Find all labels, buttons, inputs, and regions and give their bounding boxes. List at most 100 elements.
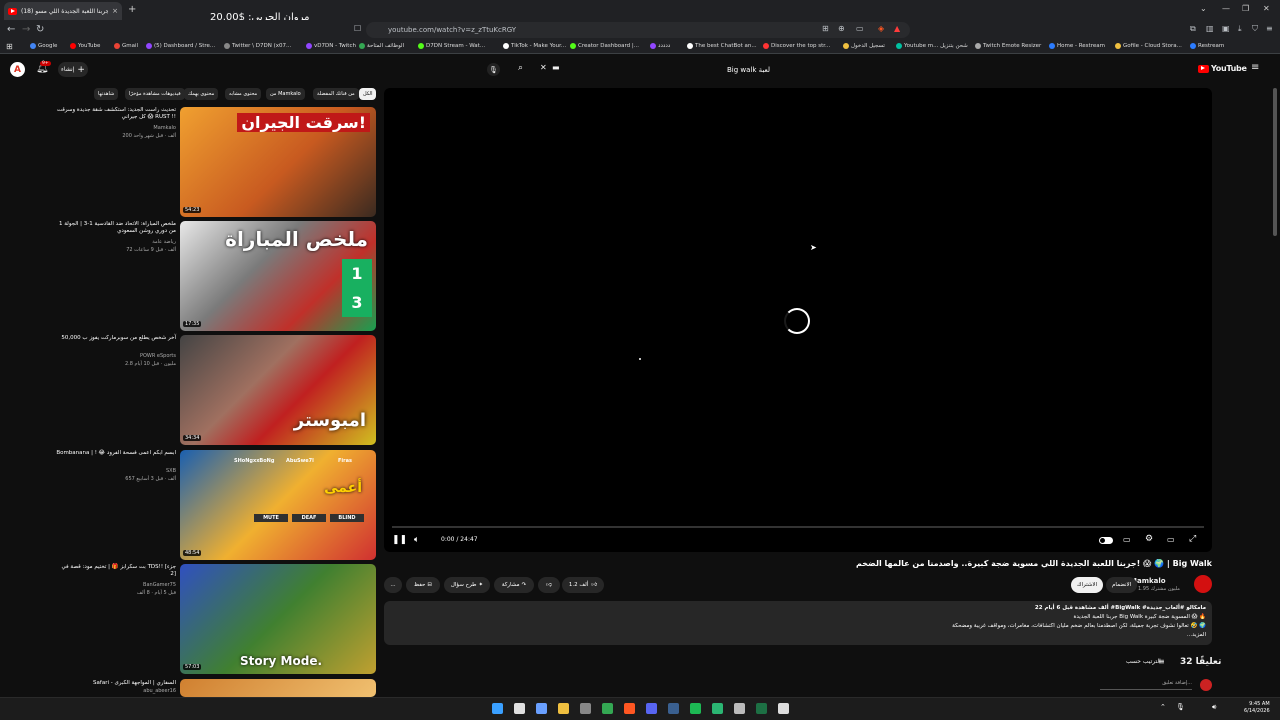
subtitles-icon[interactable]: ▭ <box>1123 535 1131 544</box>
recommendation-title[interactable]: ملخص المباراة: الاتحاد ضد القادسية 1-3 |… <box>55 221 176 235</box>
download-icon[interactable]: ⤓ <box>1238 24 1242 34</box>
copilot-icon[interactable] <box>536 703 547 714</box>
chip-recently-watched[interactable]: فيديوهات مشاهدة مؤخرًا <box>125 88 185 100</box>
chip-from-mamkalo[interactable]: من Mamkalo <box>266 88 305 100</box>
chrome-icon[interactable] <box>602 703 613 714</box>
bookmark-item[interactable]: (5) Dashboard / Stre... <box>146 43 215 49</box>
cast-icon[interactable]: ▭ <box>856 24 864 33</box>
volume-tray-icon[interactable]: 🔊︎ <box>1212 703 1216 712</box>
bookmark-item[interactable]: ددددد <box>650 43 670 49</box>
theater-mode-icon[interactable]: ▭ <box>1167 535 1175 544</box>
join-button[interactable]: الانضمام <box>1106 577 1138 593</box>
bookmark-item[interactable]: Restream <box>1190 43 1224 49</box>
translate-icon[interactable]: ⊞ <box>822 24 829 33</box>
forward-arrow-icon[interactable]: → <box>22 24 30 35</box>
chip-favorite-channel[interactable]: من قناتك المفضلة <box>313 88 359 100</box>
chip-all[interactable]: الكل <box>359 88 377 100</box>
search-icon[interactable] <box>514 703 525 714</box>
file-explorer-icon[interactable] <box>558 703 569 714</box>
apps-grid-icon[interactable]: ⊞ <box>6 42 13 51</box>
fullscreen-icon[interactable]: ⤢ <box>1189 534 1196 544</box>
discord-icon[interactable] <box>646 703 657 714</box>
windows-start-icon[interactable] <box>492 703 503 714</box>
recommendation-channel[interactable]: رياضة عامة <box>55 239 176 245</box>
bookmark-item[interactable]: Google <box>30 43 57 49</box>
recommendation-title[interactable]: بت سكرابز 🎁 | تختيم مود: قصة في TDS!! [ج… <box>55 564 176 578</box>
subscribe-button[interactable]: الاشتراك <box>1071 577 1104 593</box>
bookmark-item[interactable]: Twitter \ D7DN (x07... <box>224 43 291 49</box>
more-actions-button[interactable]: ... <box>384 577 402 593</box>
bookmark-item[interactable]: Discover the top str... <box>763 43 830 49</box>
steam-icon[interactable] <box>668 703 679 714</box>
maximize-icon[interactable]: ❐ <box>1242 4 1249 13</box>
recommendation-channel[interactable]: abu_abeer16 <box>55 688 176 694</box>
bookmark-item[interactable]: الوظائف المتاحة <box>359 43 404 49</box>
chip-watched[interactable]: شاهدتها <box>94 88 119 100</box>
menu-icon[interactable]: ≡ <box>1266 24 1273 33</box>
close-window-icon[interactable]: ✕ <box>1263 4 1270 13</box>
chip-similar[interactable]: محتوى مشابه <box>225 88 262 100</box>
vpn-icon[interactable]: ⛉ <box>1252 24 1258 34</box>
new-tab-button[interactable]: + <box>128 4 136 15</box>
page-scrollbar[interactable] <box>1273 88 1277 236</box>
chevron-down-icon[interactable]: ⌄ <box>1200 4 1207 13</box>
voice-search-icon[interactable]: 🎙︎ <box>487 63 500 76</box>
recommendation-title[interactable]: آخر شخص يطلع من سوبرماركت يفوز ب 50,000 <box>55 335 176 342</box>
bookmark-item[interactable]: Creator Dashboard |... <box>570 43 639 49</box>
recommendation-thumbnail[interactable]: Story Mode. <box>180 564 376 674</box>
app-icon[interactable] <box>712 703 723 714</box>
spotify-icon[interactable] <box>690 703 701 714</box>
recommendation-thumbnail[interactable] <box>180 679 376 697</box>
recommendation-thumbnail[interactable]: أعمى SHoNgxxBoNg AbuSwe7l Firas MUTE DEAF BLIN… <box>180 450 376 560</box>
recommendation-title[interactable]: تحديث راست الجديد: استكشف شقة جديدة وسرق… <box>55 107 176 121</box>
microphone-tray-icon[interactable]: 🎙︎ <box>1176 703 1185 711</box>
system-clock[interactable]: 9:45 AM 6/14/2026 <box>1244 701 1270 715</box>
bookmark-item[interactable]: The best ChatBot an... <box>687 43 757 49</box>
minimize-icon[interactable]: — <box>1222 4 1230 13</box>
youtube-logo[interactable]: YouTube <box>1198 64 1247 73</box>
guide-menu-icon[interactable]: ≡ <box>1251 62 1259 73</box>
search-input[interactable]: Big walk لعبة <box>536 62 776 78</box>
bookmark-item[interactable]: Twitch Emote Resizer <box>975 43 1041 49</box>
bookmark-item[interactable]: Gmail <box>114 43 138 49</box>
bookmark-item[interactable]: D7DN Stream - Wat... <box>418 43 485 49</box>
bookmark-item[interactable]: تسجيل الدخول <box>843 43 885 49</box>
zoom-icon[interactable]: ⊕ <box>838 24 845 33</box>
comment-input[interactable]: إضافة تعليق... <box>1100 680 1192 690</box>
sidebar-icon[interactable]: ▥ <box>1206 24 1214 33</box>
create-button[interactable]: إنشاء + <box>58 62 88 77</box>
volume-icon[interactable]: 🔈︎ <box>414 535 419 545</box>
excel-icon[interactable] <box>756 703 767 714</box>
bookmark-icon[interactable]: ☐ <box>354 24 361 33</box>
dislike-button[interactable]: 👎︎ <box>538 577 560 593</box>
bookmark-item[interactable]: vD7DN - Twitch <box>306 43 356 49</box>
bookmark-item[interactable]: Youtube m... شحن بتنزيل <box>896 43 968 49</box>
wallet-icon[interactable]: ▣ <box>1222 24 1230 33</box>
tray-chevron-icon[interactable]: ⌃ <box>1160 703 1166 711</box>
recommendation-thumbnail[interactable]: سرقت الجيران! <box>180 107 376 217</box>
progress-bar[interactable] <box>392 526 1204 528</box>
search-icon[interactable]: ⌕ <box>518 63 523 73</box>
reload-icon[interactable]: ↻ <box>36 24 44 35</box>
tab-close-icon[interactable]: × <box>112 7 118 15</box>
obs-icon[interactable] <box>580 703 591 714</box>
account-avatar[interactable]: A <box>10 62 25 77</box>
description-more[interactable]: ...المزيد <box>1187 632 1206 638</box>
pause-icon[interactable]: ❚❚ <box>392 535 407 545</box>
back-arrow-icon[interactable]: ← <box>7 24 15 35</box>
autoplay-toggle[interactable] <box>1099 537 1113 544</box>
share-button[interactable]: مشاركة ↷ <box>494 577 534 593</box>
bookmark-item[interactable]: YouTube <box>70 43 100 49</box>
channel-avatar[interactable] <box>1194 575 1212 593</box>
bookmark-item[interactable]: Gofile - Cloud Stora... <box>1115 43 1182 49</box>
save-button[interactable]: حفظ ⊟ <box>406 577 440 593</box>
settings-icon[interactable] <box>734 703 745 714</box>
recommendation-title[interactable]: Safari - السفاري | المواجهة الكبرى <box>55 680 176 687</box>
browser-tab[interactable]: (18) جربنا اللعبة الجديدة اللي مسو × <box>4 2 122 20</box>
brave-shield-icon[interactable]: ◈ <box>878 24 884 33</box>
bookmark-item[interactable]: Home - Restream <box>1049 43 1105 49</box>
extensions-icon[interactable]: ⧉ <box>1190 24 1196 34</box>
bookmark-item[interactable]: TikTok - Make Your... <box>503 43 566 49</box>
recommendation-thumbnail[interactable]: امبوستر <box>180 335 376 445</box>
ask-button[interactable]: طرح سؤال ✦ <box>444 577 490 593</box>
